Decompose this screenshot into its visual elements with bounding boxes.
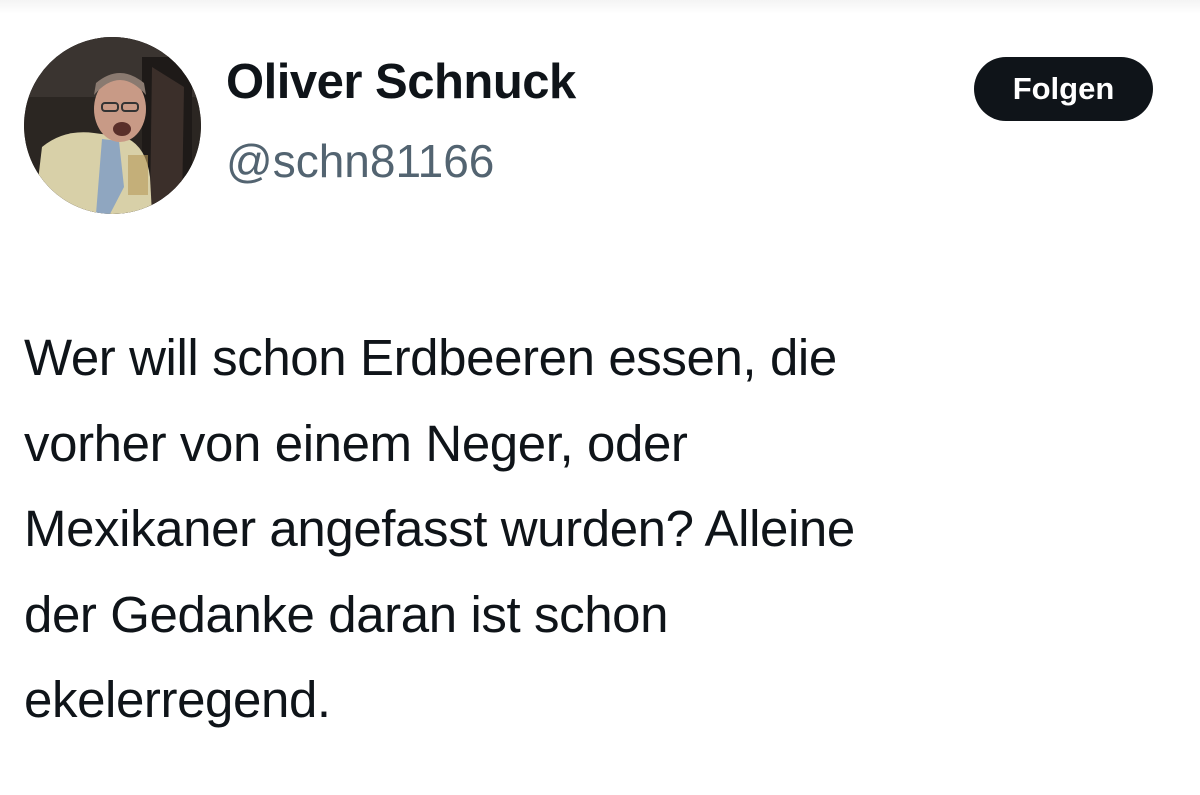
tweet-text-line: ekelerregend. [24, 671, 331, 728]
tweet-text: Wer will schon Erdbeeren essen, die vorh… [24, 315, 1174, 743]
avatar[interactable] [24, 37, 201, 214]
avatar-photo [24, 37, 201, 214]
user-handle[interactable]: @schn81166 [226, 138, 494, 184]
display-name[interactable]: Oliver Schnuck [226, 58, 576, 107]
follow-button[interactable]: Folgen [974, 57, 1153, 121]
tweet-text-line: vorher von einem Neger, oder [24, 414, 688, 472]
tweet-text-line: der Gedanke daran ist schon [24, 585, 669, 643]
top-divider [0, 0, 1200, 14]
tweet-text-line: Mexikaner angefasst wurden? Alleine [24, 500, 855, 557]
tweet-text-line: Wer will schon Erdbeeren essen, die [24, 329, 837, 386]
